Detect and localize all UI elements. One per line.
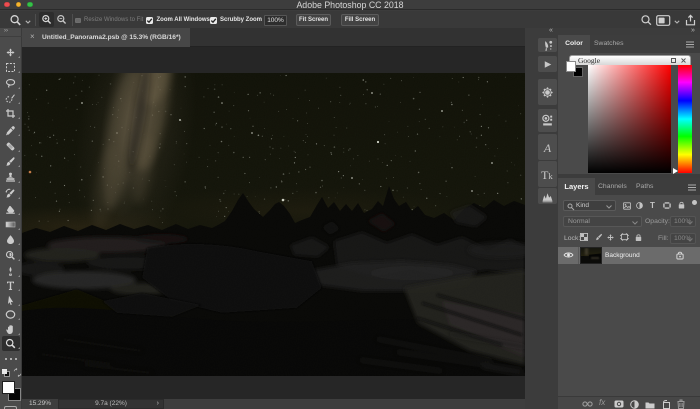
svg-text:A: A xyxy=(543,141,552,154)
svg-text:Tk: Tk xyxy=(541,168,553,181)
